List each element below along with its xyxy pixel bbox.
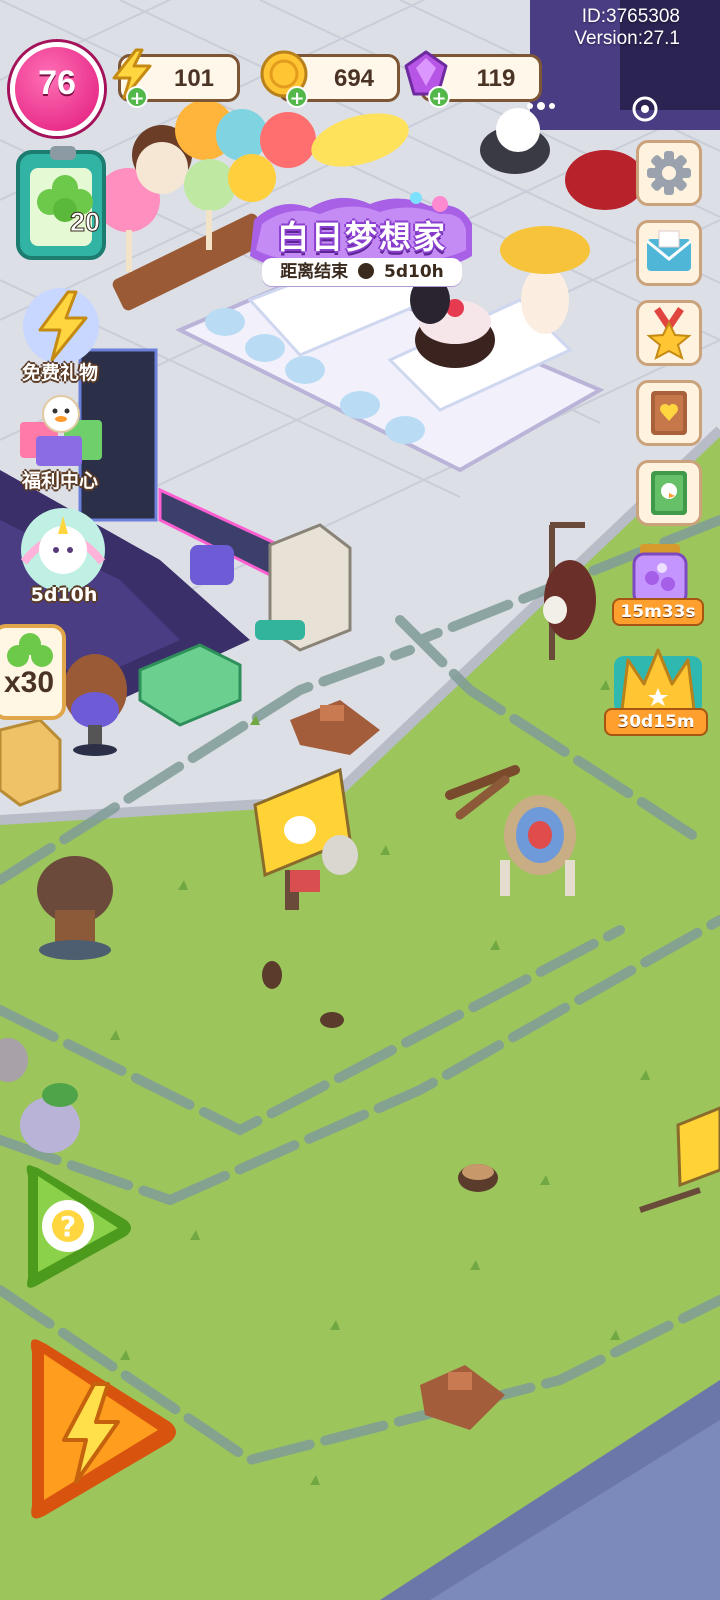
unicorn-event-timer: 5d10h [30, 584, 98, 606]
event-title: 白日梦想家 [276, 218, 447, 256]
version-label: Version:27.1 [574, 28, 680, 49]
jar-timer: 15m33s [612, 598, 704, 626]
reward-multiplier: x30 [3, 666, 55, 699]
coin-add-button[interactable]: + [286, 86, 308, 109]
achievement-button[interactable] [636, 300, 702, 366]
event-countdown: 距离结束 5d10h [262, 258, 462, 286]
player-id: ID:3765308 [581, 6, 680, 27]
gem-value: 119 [476, 65, 516, 92]
event-remaining: 5d10h [384, 262, 444, 282]
player-level: 76 [38, 64, 76, 102]
clipboard-clip [50, 146, 76, 160]
clover-reward-bubble[interactable]: x30 [0, 624, 66, 720]
welfare-center-button[interactable] [6, 392, 116, 472]
mail-button[interactable] [636, 220, 702, 286]
gift-lightning-icon [23, 288, 99, 364]
help-question-icon: ? [26, 1165, 132, 1288]
clock-icon [358, 263, 375, 279]
tree-stump-broken [37, 856, 113, 960]
help-button[interactable]: ? [14, 1152, 134, 1302]
settings-button[interactable] [636, 140, 702, 206]
lightning-boost-icon [30, 1339, 176, 1519]
player-level-badge[interactable]: 76 [10, 42, 104, 136]
more-menu-icon[interactable] [524, 96, 558, 116]
energy-value: 101 [173, 65, 215, 92]
game-screen: ID:3765308 Version:27.1 76 101 + 694 + 1… [0, 0, 720, 1600]
gem-add-button[interactable]: + [428, 86, 450, 109]
task-list-button[interactable]: 20 [16, 146, 106, 260]
coin-value: 694 [333, 65, 375, 92]
unicorn-event-button[interactable] [10, 502, 116, 592]
guide-book-button[interactable] [636, 460, 702, 526]
energy-boost-button[interactable] [20, 1330, 180, 1530]
welfare-center-label: 福利中心 [21, 470, 98, 492]
energy-add-button[interactable]: + [126, 86, 148, 109]
gift-box-icon [20, 395, 102, 466]
free-gift-label: 免费礼物 [21, 362, 98, 384]
event-end-label: 距离结束 [280, 262, 349, 282]
task-count: 20 [69, 207, 100, 238]
mail-icon [646, 230, 692, 271]
collection-book-button[interactable] [636, 380, 702, 446]
close-target-icon[interactable] [630, 94, 660, 124]
svg-text:?: ? [60, 1210, 76, 1243]
duck-book-icon [651, 471, 687, 515]
gear-icon [647, 151, 691, 195]
account-info: ID:3765308 Version:27.1 [574, 6, 680, 50]
unicorn-icon [20, 508, 106, 592]
heart-book-icon [651, 391, 687, 435]
crown-timer: 30d15m [604, 708, 708, 736]
medal-star-icon [646, 307, 692, 361]
